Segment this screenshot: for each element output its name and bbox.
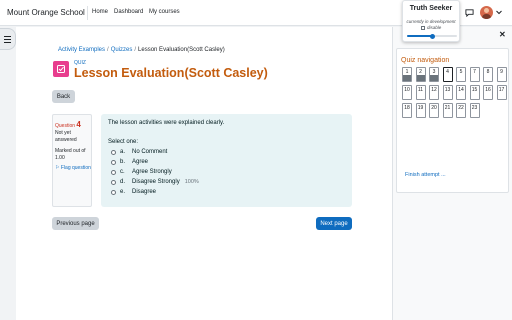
quiz-nav-number: 5 (459, 69, 463, 75)
page-title: Lesson Evaluation(Scott Casley) (74, 66, 268, 80)
quiz-nav-button-2[interactable]: 2 (415, 67, 426, 82)
quiz-nav-number: 23 (471, 105, 478, 111)
back-button[interactable]: Back (52, 90, 75, 103)
quiz-nav-button-7[interactable]: 7 (469, 67, 480, 82)
quiz-nav-number: 12 (431, 87, 437, 93)
quiz-nav-number: 22 (458, 105, 464, 111)
quiz-nav-button-22[interactable]: 22 (456, 103, 466, 118)
next-page-button[interactable]: Next page (316, 217, 352, 230)
quiz-nav-number: 21 (444, 105, 451, 111)
quiz-nav-button-18[interactable]: 18 (402, 103, 412, 118)
question-info-panel: Question 4 Not yet answered Marked out o… (52, 114, 92, 207)
answer-option-d[interactable]: d. Disagree Strongly 100% (111, 179, 199, 185)
chevron-down-icon[interactable] (496, 10, 502, 15)
radio-button[interactable] (111, 189, 116, 195)
quiz-icon (53, 61, 69, 77)
quiz-nav-button-20[interactable]: 20 (429, 103, 439, 118)
nav-link-home[interactable]: Home (92, 9, 108, 15)
quiz-nav-number: 14 (458, 87, 464, 93)
quiz-nav-button-4[interactable]: 4 (442, 67, 453, 82)
quiz-nav-number: 16 (485, 87, 491, 93)
popup-title: Truth Seeker (409, 5, 453, 12)
quiz-nav-button-5[interactable]: 5 (456, 67, 466, 82)
quiz-nav-number: 11 (417, 87, 424, 93)
quiz-nav-number: 19 (417, 105, 424, 111)
radio-button[interactable] (111, 149, 116, 155)
right-drawer: ✕ Quiz navigation 1 2 3 4 5 7 8 9 10 11 12 13 14 15 16… (392, 27, 512, 320)
quiz-nav-number: 17 (498, 87, 505, 93)
breadcrumb: Activity Examples / Quizzes / Lesson Evaluat… (58, 47, 225, 53)
main-content: Activity Examples / Quizzes / Lesson Evaluat… (16, 27, 392, 320)
option-percentage: 100% (184, 179, 199, 185)
list-icon (4, 36, 11, 38)
radio-button[interactable] (111, 179, 116, 185)
question-marks: Marked out of 1.00 (55, 148, 86, 161)
quiz-nav-button-3[interactable]: 3 (429, 67, 439, 82)
quiz-nav-button-14[interactable]: 14 (456, 85, 466, 100)
answer-option-e[interactable]: e. Disagree (111, 189, 156, 195)
quiz-nav-button-11[interactable]: 11 (415, 85, 426, 100)
avatar[interactable] (480, 6, 493, 19)
messages-icon[interactable] (465, 8, 474, 17)
quiz-nav-button-8[interactable]: 8 (483, 67, 493, 82)
quiz-nav-number: 18 (404, 105, 410, 111)
popup-description: currently in development (406, 19, 456, 24)
select-one-label: Select one: (108, 139, 139, 145)
disable-option[interactable]: disable (421, 25, 441, 30)
quiz-nav-button-21[interactable]: 21 (442, 103, 453, 118)
close-icon[interactable]: ✕ (499, 30, 506, 39)
quiz-nav-button-9[interactable]: 9 (496, 67, 507, 82)
quiz-nav-button-10[interactable]: 10 (402, 85, 412, 100)
slider-fill (407, 35, 432, 37)
answer-option-c[interactable]: c. Agree Strongly (111, 169, 172, 175)
quiz-nav-button-23[interactable]: 23 (469, 103, 480, 118)
quiz-nav-number: 20 (431, 105, 437, 111)
flag-icon: ⚐ (55, 165, 60, 171)
disable-label: disable (427, 25, 442, 30)
quiz-nav-button-19[interactable]: 19 (415, 103, 426, 118)
quiz-nav-button-13[interactable]: 13 (442, 85, 453, 100)
breadcrumb-current: Lesson Evaluation(Scott Casley) (138, 47, 225, 53)
answered-indicator (403, 75, 411, 81)
nav-link-my-courses[interactable]: My courses (149, 9, 180, 15)
quiz-nav-button-16[interactable]: 16 (483, 85, 493, 100)
quiz-nav-button-1[interactable]: 1 (402, 67, 412, 82)
finish-attempt-link[interactable]: Finish attempt ... (405, 172, 446, 178)
disable-checkbox[interactable] (421, 25, 425, 30)
breadcrumb-activity-examples[interactable]: Activity Examples (58, 47, 105, 53)
level-slider[interactable] (407, 33, 457, 39)
answered-indicator (416, 75, 425, 81)
answer-option-b[interactable]: b. Agree (111, 159, 148, 165)
quiz-nav-number: 7 (473, 69, 476, 75)
question-text: The lesson activities were explained cle… (108, 120, 225, 126)
quiz-nav-number: 4 (446, 69, 449, 75)
radio-button[interactable] (111, 169, 116, 175)
question-number: Question 4 (55, 120, 81, 129)
quiz-nav-button-17[interactable]: 17 (496, 85, 507, 100)
truth-seeker-popup: Truth Seeker currently in development di… (402, 0, 460, 42)
quiz-nav-button-12[interactable]: 12 (429, 85, 439, 100)
breadcrumb-quizzes[interactable]: Quizzes (111, 47, 133, 53)
quiz-nav-button-15[interactable]: 15 (469, 85, 480, 100)
quiz-nav-number: 9 (500, 69, 503, 75)
quiz-nav-number: 13 (444, 87, 451, 93)
quiz-nav-number: 8 (486, 69, 490, 75)
answered-indicator (430, 75, 438, 81)
question-content: The lesson activities were explained cle… (101, 114, 352, 207)
radio-button[interactable] (111, 159, 116, 165)
site-name[interactable]: Mount Orange School (7, 8, 85, 17)
quiz-nav-number: 15 (471, 87, 478, 93)
quiz-navigation-title: Quiz navigation (401, 57, 450, 64)
course-index-toggle[interactable] (0, 28, 16, 50)
question-status: Not yet answered (55, 130, 77, 143)
slider-handle[interactable] (429, 33, 435, 39)
previous-page-button[interactable]: Previous page (52, 217, 99, 230)
answer-option-a[interactable]: a. No Comment (111, 149, 167, 155)
navbar-divider (87, 6, 88, 20)
nav-link-dashboard[interactable]: Dashboard (114, 9, 143, 15)
quiz-nav-number: 10 (404, 87, 410, 93)
flag-question-link[interactable]: ⚐ Flag question (55, 165, 91, 172)
quiz-navigation-block: Quiz navigation 1 2 3 4 5 7 8 9 10 11 12 13 14 15 16 17… (396, 48, 509, 193)
